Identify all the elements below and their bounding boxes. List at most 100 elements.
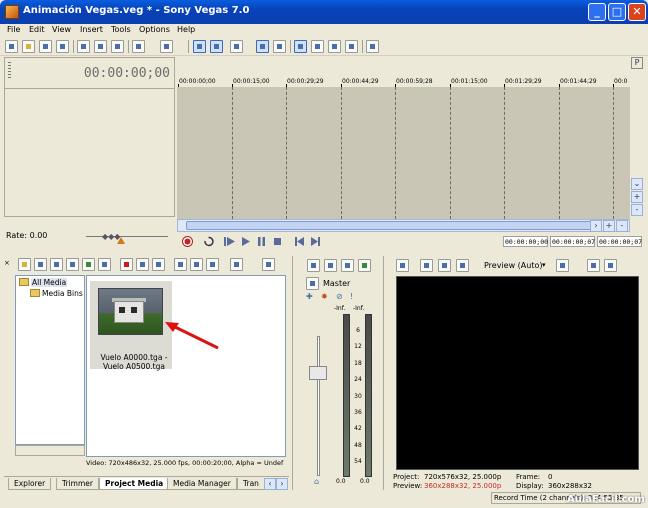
timeline-area[interactable]	[177, 87, 630, 219]
scroll-down-icon[interactable]: ⌄	[631, 178, 643, 190]
preview-quality-dropdown[interactable]: Preview (Auto)	[484, 261, 543, 270]
scroll-right-icon[interactable]: ›	[590, 220, 602, 232]
properties-icon[interactable]	[56, 40, 69, 53]
selection-length-display[interactable]: 00:00:00;07	[597, 236, 642, 247]
redo-icon[interactable]	[160, 40, 173, 53]
maximize-button[interactable]: □	[608, 3, 626, 21]
overlays-icon[interactable]	[556, 259, 569, 272]
mixer-properties-icon[interactable]	[358, 259, 371, 272]
tab-media-manager[interactable]: Media Manager	[167, 478, 237, 490]
play-icon[interactable]	[239, 235, 252, 248]
menu-view[interactable]: View	[52, 25, 71, 34]
media-item[interactable]: Vuelo A0000.tga - Vuelo A0500.tga	[90, 281, 172, 371]
zoom-out-icon[interactable]: -	[616, 220, 628, 232]
stop-icon[interactable]	[271, 235, 284, 248]
menu-help[interactable]: Help	[177, 25, 195, 34]
menu-insert[interactable]: Insert	[80, 25, 103, 34]
search-media-icon[interactable]	[98, 258, 111, 271]
tab-transitions[interactable]: Tran	[237, 478, 265, 490]
preview-properties-icon[interactable]	[396, 259, 409, 272]
external-monitor-icon[interactable]	[420, 259, 433, 272]
tab-project-media[interactable]: Project Media	[99, 478, 170, 490]
fader-lock-icon[interactable]: ⌂	[314, 477, 319, 486]
selection-start-display[interactable]: 00:00:00;00	[503, 236, 548, 247]
paste-icon[interactable]	[111, 40, 124, 53]
envelope-icon[interactable]	[311, 40, 324, 53]
close-button[interactable]: ✕	[628, 3, 646, 21]
zoom-icon[interactable]	[345, 40, 358, 53]
dropdown-arrow-icon[interactable]: ▾	[542, 261, 546, 269]
copy-snapshot-icon[interactable]	[587, 259, 600, 272]
auto-ripple-icon[interactable]	[256, 40, 269, 53]
envelope-tool-icon[interactable]	[210, 40, 223, 53]
play-from-start-icon[interactable]	[223, 235, 236, 248]
go-to-end-icon[interactable]	[309, 235, 322, 248]
close-window-icon[interactable]: ×	[4, 259, 10, 271]
auto-preview-icon[interactable]	[206, 258, 219, 271]
bus-fx-icon[interactable]: ✚	[306, 292, 313, 301]
rate-slider-thumb[interactable]	[117, 237, 125, 244]
lock-envelopes-icon[interactable]	[273, 40, 286, 53]
selection-end-display[interactable]: 00:00:00;07	[550, 236, 595, 247]
timeline-ruler[interactable]: 00:00:00;00 00:00:15;00 00:00:29;29 00:0…	[177, 57, 630, 88]
split-screen-icon[interactable]	[456, 259, 469, 272]
marker-icon[interactable]: P	[631, 57, 643, 69]
undo-icon[interactable]	[132, 40, 145, 53]
edit-tool-icon[interactable]	[294, 40, 307, 53]
loop-playback-icon[interactable]	[202, 235, 215, 248]
track-list[interactable]	[5, 88, 174, 216]
preview-fx-icon[interactable]	[438, 259, 451, 272]
zoom-in-icon[interactable]: +	[603, 220, 615, 232]
save-snapshot-icon[interactable]	[604, 259, 617, 272]
panel-grip[interactable]	[8, 62, 11, 80]
master-fader-track[interactable]	[317, 336, 320, 476]
menu-edit[interactable]: Edit	[29, 25, 45, 34]
tab-explorer[interactable]: Explorer	[8, 478, 52, 490]
master-bus-icon[interactable]	[306, 277, 319, 290]
minimize-button[interactable]: _	[588, 3, 606, 21]
downmix-icon[interactable]	[324, 259, 337, 272]
scroll-thumb[interactable]	[186, 221, 594, 230]
menu-tools[interactable]: Tools	[111, 25, 131, 34]
zoom-in-vertical-icon[interactable]: +	[631, 191, 643, 203]
menu-options[interactable]: Options	[139, 25, 170, 34]
pause-icon[interactable]	[255, 235, 268, 248]
cut-icon[interactable]	[77, 40, 90, 53]
whats-this-icon[interactable]	[366, 40, 379, 53]
mute-icon[interactable]: ⊘	[336, 292, 343, 301]
zoom-out-vertical-icon[interactable]: -	[631, 204, 643, 216]
solo-icon[interactable]: !	[350, 292, 353, 301]
open-icon[interactable]	[22, 40, 35, 53]
media-stop-icon[interactable]	[190, 258, 203, 271]
master-fader-knob[interactable]	[309, 366, 327, 380]
timeline-vertical-scrollbar[interactable]: P ⌄ + -	[630, 57, 644, 232]
save-icon[interactable]	[39, 40, 52, 53]
menu-file[interactable]: File	[7, 25, 20, 34]
media-fx-icon[interactable]	[152, 258, 165, 271]
copy-icon[interactable]	[94, 40, 107, 53]
selection-icon[interactable]	[328, 40, 341, 53]
media-list-pane[interactable]: Vuelo A0000.tga - Vuelo A0500.tga	[86, 275, 286, 457]
remove-media-icon[interactable]	[120, 258, 133, 271]
tree-item-media-bins[interactable]: Media Bins	[30, 289, 83, 298]
import-media-icon[interactable]	[18, 258, 31, 271]
tree-item-all-media[interactable]: All Media	[19, 278, 68, 287]
snapping-icon[interactable]	[230, 40, 243, 53]
timeline-horizontal-scrollbar[interactable]: › + -	[177, 219, 630, 232]
capture-video-icon[interactable]	[34, 258, 47, 271]
zoom-media-icon[interactable]	[262, 258, 275, 271]
go-to-start-icon[interactable]	[293, 235, 306, 248]
tree-horizontal-scrollbar[interactable]	[15, 445, 85, 456]
tab-scroll-left-icon[interactable]: ‹	[264, 478, 276, 490]
media-properties-icon[interactable]	[136, 258, 149, 271]
normal-edit-tool-icon[interactable]	[193, 40, 206, 53]
tab-scroll-right-icon[interactable]: ›	[276, 478, 288, 490]
extract-audio-icon[interactable]	[66, 258, 79, 271]
insert-bus-icon[interactable]	[307, 259, 320, 272]
record-icon[interactable]	[181, 235, 194, 248]
views-icon[interactable]	[230, 258, 243, 271]
tab-trimmer[interactable]: Trimmer	[56, 478, 99, 490]
get-photo-icon[interactable]	[50, 258, 63, 271]
new-icon[interactable]	[5, 40, 18, 53]
dim-output-icon[interactable]	[341, 259, 354, 272]
